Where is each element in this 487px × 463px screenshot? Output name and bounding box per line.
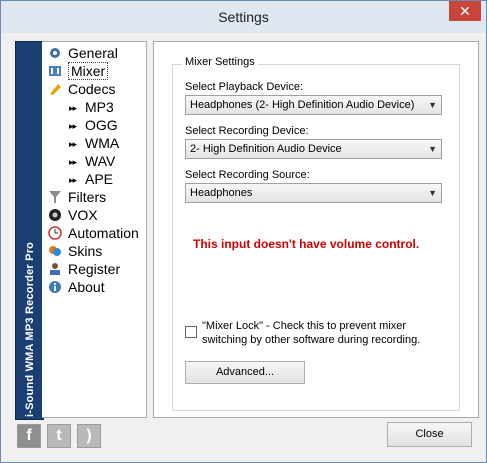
tree-item-skins[interactable]: Skins [48, 243, 102, 260]
tree-item-mp3[interactable]: ▸▸ MP3 [69, 99, 114, 116]
tree-item-general[interactable]: General [48, 45, 118, 62]
recording-source-select[interactable]: Headphones ▼ [185, 183, 442, 203]
tree-item-register[interactable]: Register [48, 261, 120, 278]
recording-device-select[interactable]: 2- High Definition Audio Device ▼ [185, 139, 442, 159]
tree-item-wav[interactable]: ▸▸ WAV [69, 153, 115, 170]
tree-item-vox[interactable]: VOX [48, 207, 98, 224]
rss-icon[interactable]: ) [77, 424, 101, 448]
tree-item-label: MP3 [85, 99, 114, 115]
tree-item-label: APE [85, 171, 114, 187]
tree-item-label: Automation [68, 225, 139, 241]
tree-item-label: Register [68, 261, 121, 277]
tree-item-label: OGG [85, 117, 118, 133]
mixer-lock-checkbox[interactable] [185, 326, 197, 338]
tree-item-label: About [68, 279, 105, 295]
twitter-icon[interactable]: t [47, 424, 71, 448]
register-icon [50, 263, 60, 276]
tree-item-label: WAV [85, 153, 116, 169]
facebook-icon[interactable]: f [17, 424, 41, 448]
chevron-down-icon: ▼ [428, 188, 437, 198]
gear-icon [50, 48, 60, 59]
clock-icon [48, 226, 62, 241]
info-icon [49, 281, 61, 294]
tree-item-label: WMA [85, 135, 120, 151]
recording-device-value: 2- High Definition Audio Device [190, 143, 342, 155]
settings-tree: General Mixer Codecs ▸▸ MP3 ▸▸ OGG ▸▸ WMA ▸… [42, 41, 147, 418]
skins-icon [49, 246, 61, 257]
filter-icon [49, 191, 61, 204]
tree-item-label: Filters [68, 189, 107, 205]
settings-window: Settings ✕ i-Sound WMA MP3 Recorder Pro … [0, 0, 487, 463]
group-title: Mixer Settings [182, 56, 258, 68]
tree-item-ogg[interactable]: ▸▸ OGG [69, 117, 118, 134]
advanced-button[interactable]: Advanced... [185, 361, 305, 384]
playback-device-select[interactable]: Headphones (2- High Definition Audio Dev… [185, 95, 442, 115]
tree-item-label: VOX [68, 207, 98, 223]
window-title: Settings [218, 9, 269, 25]
tree-item-ape[interactable]: ▸▸ APE [69, 171, 113, 188]
tree-item-automation[interactable]: Automation [48, 225, 139, 242]
close-button[interactable]: Close [387, 422, 472, 447]
arrow-icon: ▸▸ [69, 156, 77, 167]
recording-device-label: Select Recording Device: [185, 125, 309, 137]
title-bar: Settings ✕ [1, 1, 486, 33]
playback-device-label: Select Playback Device: [185, 81, 303, 93]
tree-item-mixer[interactable]: Mixer [48, 62, 109, 80]
window-close-button[interactable]: ✕ [449, 1, 481, 21]
codecs-icon [50, 84, 61, 96]
tree-item-label: Mixer [68, 62, 109, 80]
arrow-icon: ▸▸ [69, 174, 77, 185]
chevron-down-icon: ▼ [428, 144, 437, 154]
chevron-down-icon: ▼ [428, 100, 437, 110]
recording-source-value: Headphones [190, 187, 253, 199]
tree-item-about[interactable]: About [48, 279, 105, 296]
tree-item-label: Codecs [68, 81, 116, 97]
tree-item-filters[interactable]: Filters [48, 189, 106, 206]
tree-item-wma[interactable]: ▸▸ WMA [69, 135, 119, 152]
volume-warning: This input doesn't have volume control. [193, 237, 420, 251]
recording-source-label: Select Recording Source: [185, 169, 310, 181]
playback-device-value: Headphones (2- High Definition Audio Dev… [190, 99, 415, 111]
tree-item-label: Skins [68, 243, 103, 259]
tree-item-codecs[interactable]: Codecs [48, 81, 115, 98]
app-banner: i-Sound WMA MP3 Recorder Pro [15, 41, 44, 420]
arrow-icon: ▸▸ [69, 138, 77, 149]
mixer-lock-label: "Mixer Lock" - Check this to prevent mix… [202, 320, 421, 346]
mixer-icon [49, 66, 61, 77]
vox-icon [49, 209, 61, 222]
tree-item-label: General [68, 45, 118, 61]
arrow-icon: ▸▸ [69, 102, 77, 113]
arrow-icon: ▸▸ [69, 120, 77, 131]
